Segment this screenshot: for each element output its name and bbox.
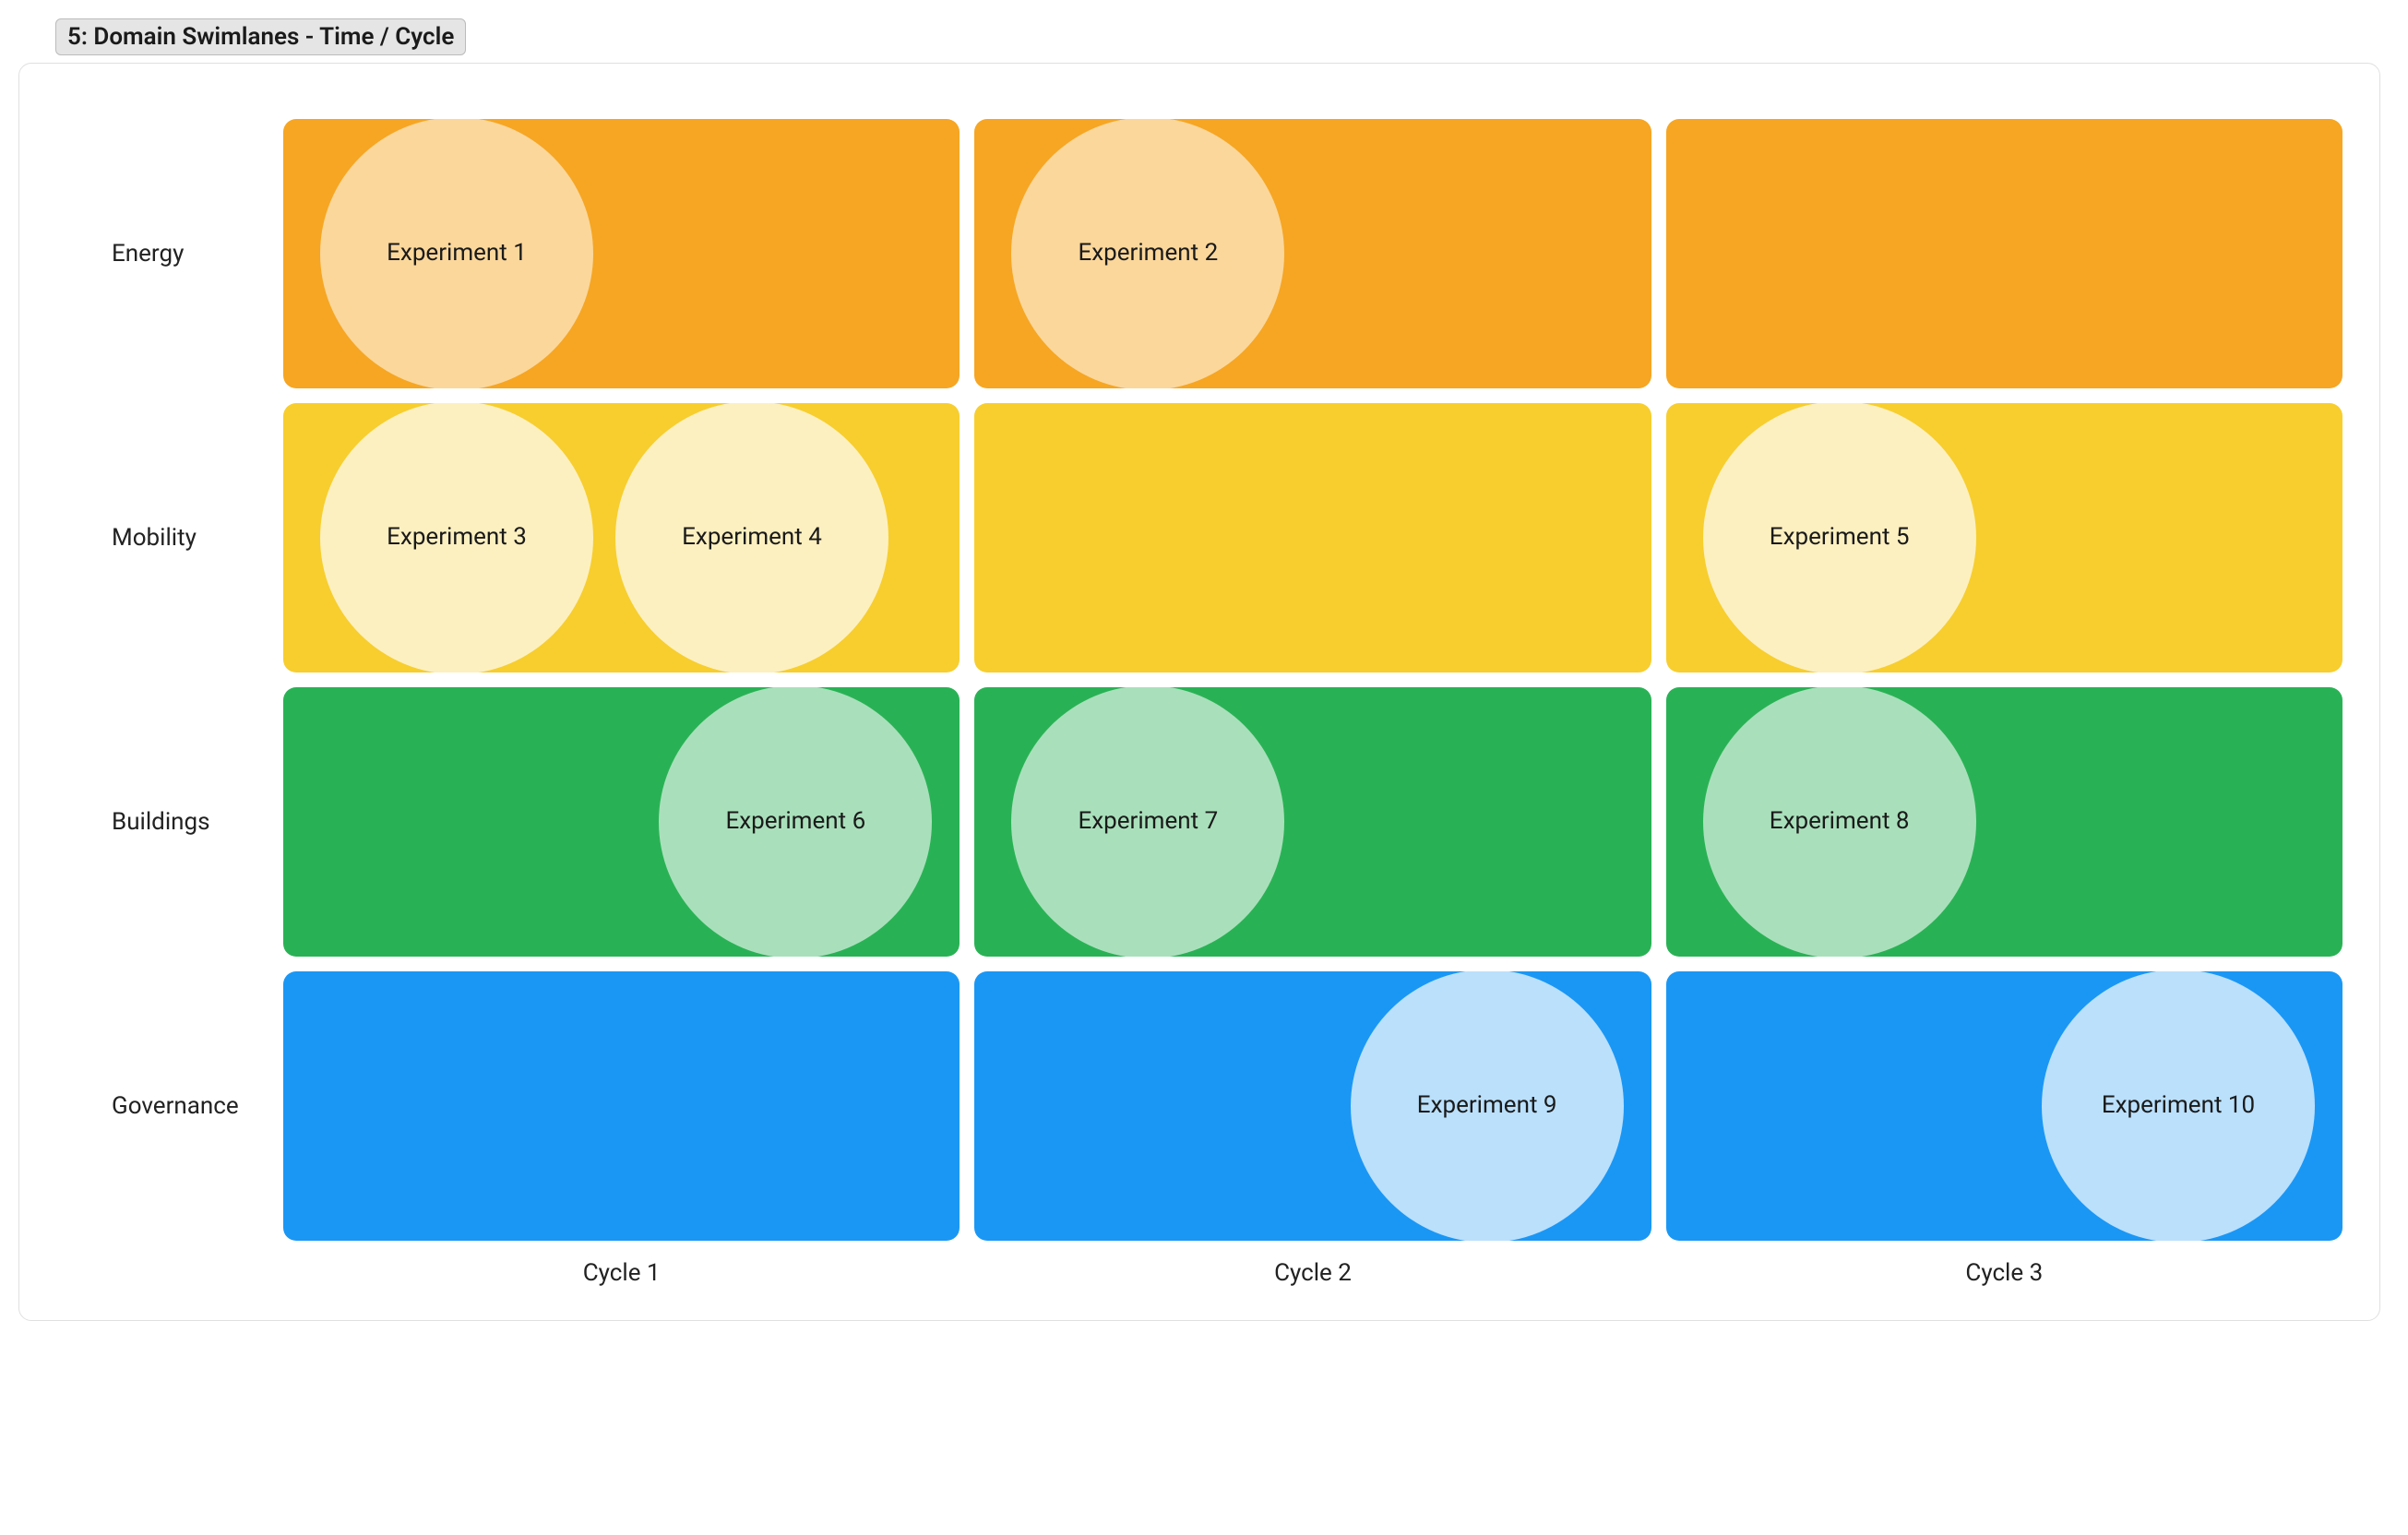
cycle-label-1: Cycle 1 — [283, 1259, 960, 1287]
experiment-label: Experiment 2 — [1078, 239, 1218, 268]
experiment-bubble-9[interactable]: Experiment 9 — [1351, 970, 1624, 1243]
lane-cell-buildings-cycle2: Experiment 7 — [974, 687, 1651, 957]
experiment-bubble-5[interactable]: Experiment 5 — [1703, 401, 1976, 674]
experiment-bubble-6[interactable]: Experiment 6 — [659, 685, 932, 958]
experiment-label: Experiment 7 — [1078, 807, 1218, 836]
row-label-buildings: Buildings — [56, 687, 268, 957]
experiment-bubble-7[interactable]: Experiment 7 — [1011, 685, 1284, 958]
experiment-bubble-10[interactable]: Experiment 10 — [2042, 970, 2315, 1243]
row-label-energy: Energy — [56, 119, 268, 388]
experiment-bubble-2[interactable]: Experiment 2 — [1011, 117, 1284, 390]
lane-cell-buildings-cycle1: Experiment 6 — [283, 687, 960, 957]
row-label-text: Mobility — [112, 524, 197, 552]
experiment-label: Experiment 1 — [387, 239, 527, 268]
row-label-text: Governance — [112, 1092, 239, 1120]
lane-cell-mobility-cycle3: Experiment 5 — [1666, 403, 2342, 672]
lane-cell-mobility-cycle2 — [974, 403, 1651, 672]
swimlane-grid: Energy Experiment 1 Experiment 2 Mobility Ex… — [56, 119, 2342, 1241]
experiment-label: Experiment 6 — [725, 807, 865, 836]
experiment-bubble-1[interactable]: Experiment 1 — [320, 117, 593, 390]
experiment-label: Experiment 3 — [387, 523, 527, 552]
experiment-label: Experiment 10 — [2102, 1091, 2255, 1120]
axis-spacer — [56, 1259, 268, 1287]
experiment-label: Experiment 5 — [1770, 523, 1910, 552]
row-label-text: Buildings — [112, 808, 210, 836]
row-label-governance: Governance — [56, 971, 268, 1241]
panel-title-chip: 5: Domain Swimlanes - Time / Cycle — [55, 18, 466, 55]
experiment-bubble-3[interactable]: Experiment 3 — [320, 401, 593, 674]
lane-cell-energy-cycle1: Experiment 1 — [283, 119, 960, 388]
cycle-label-3: Cycle 3 — [1666, 1259, 2342, 1287]
panel-title-text: 5: Domain Swimlanes - Time / Cycle — [67, 23, 454, 51]
cycle-axis: Cycle 1 Cycle 2 Cycle 3 — [56, 1259, 2342, 1287]
lane-cell-governance-cycle3: Experiment 10 — [1666, 971, 2342, 1241]
lane-cell-energy-cycle3 — [1666, 119, 2342, 388]
row-label-mobility: Mobility — [56, 403, 268, 672]
lane-cell-governance-cycle2: Experiment 9 — [974, 971, 1651, 1241]
lane-cell-mobility-cycle1: Experiment 3 Experiment 4 — [283, 403, 960, 672]
row-label-text: Energy — [112, 240, 184, 268]
lane-cell-buildings-cycle3: Experiment 8 — [1666, 687, 2342, 957]
experiment-label: Experiment 9 — [1417, 1091, 1557, 1120]
experiment-bubble-4[interactable]: Experiment 4 — [615, 401, 888, 674]
lane-cell-governance-cycle1 — [283, 971, 960, 1241]
experiment-bubble-8[interactable]: Experiment 8 — [1703, 685, 1976, 958]
experiment-label: Experiment 8 — [1770, 807, 1910, 836]
lane-cell-energy-cycle2: Experiment 2 — [974, 119, 1651, 388]
experiment-label: Experiment 4 — [682, 523, 822, 552]
cycle-label-2: Cycle 2 — [974, 1259, 1651, 1287]
swimlane-panel: Energy Experiment 1 Experiment 2 Mobility Ex… — [18, 63, 2380, 1321]
